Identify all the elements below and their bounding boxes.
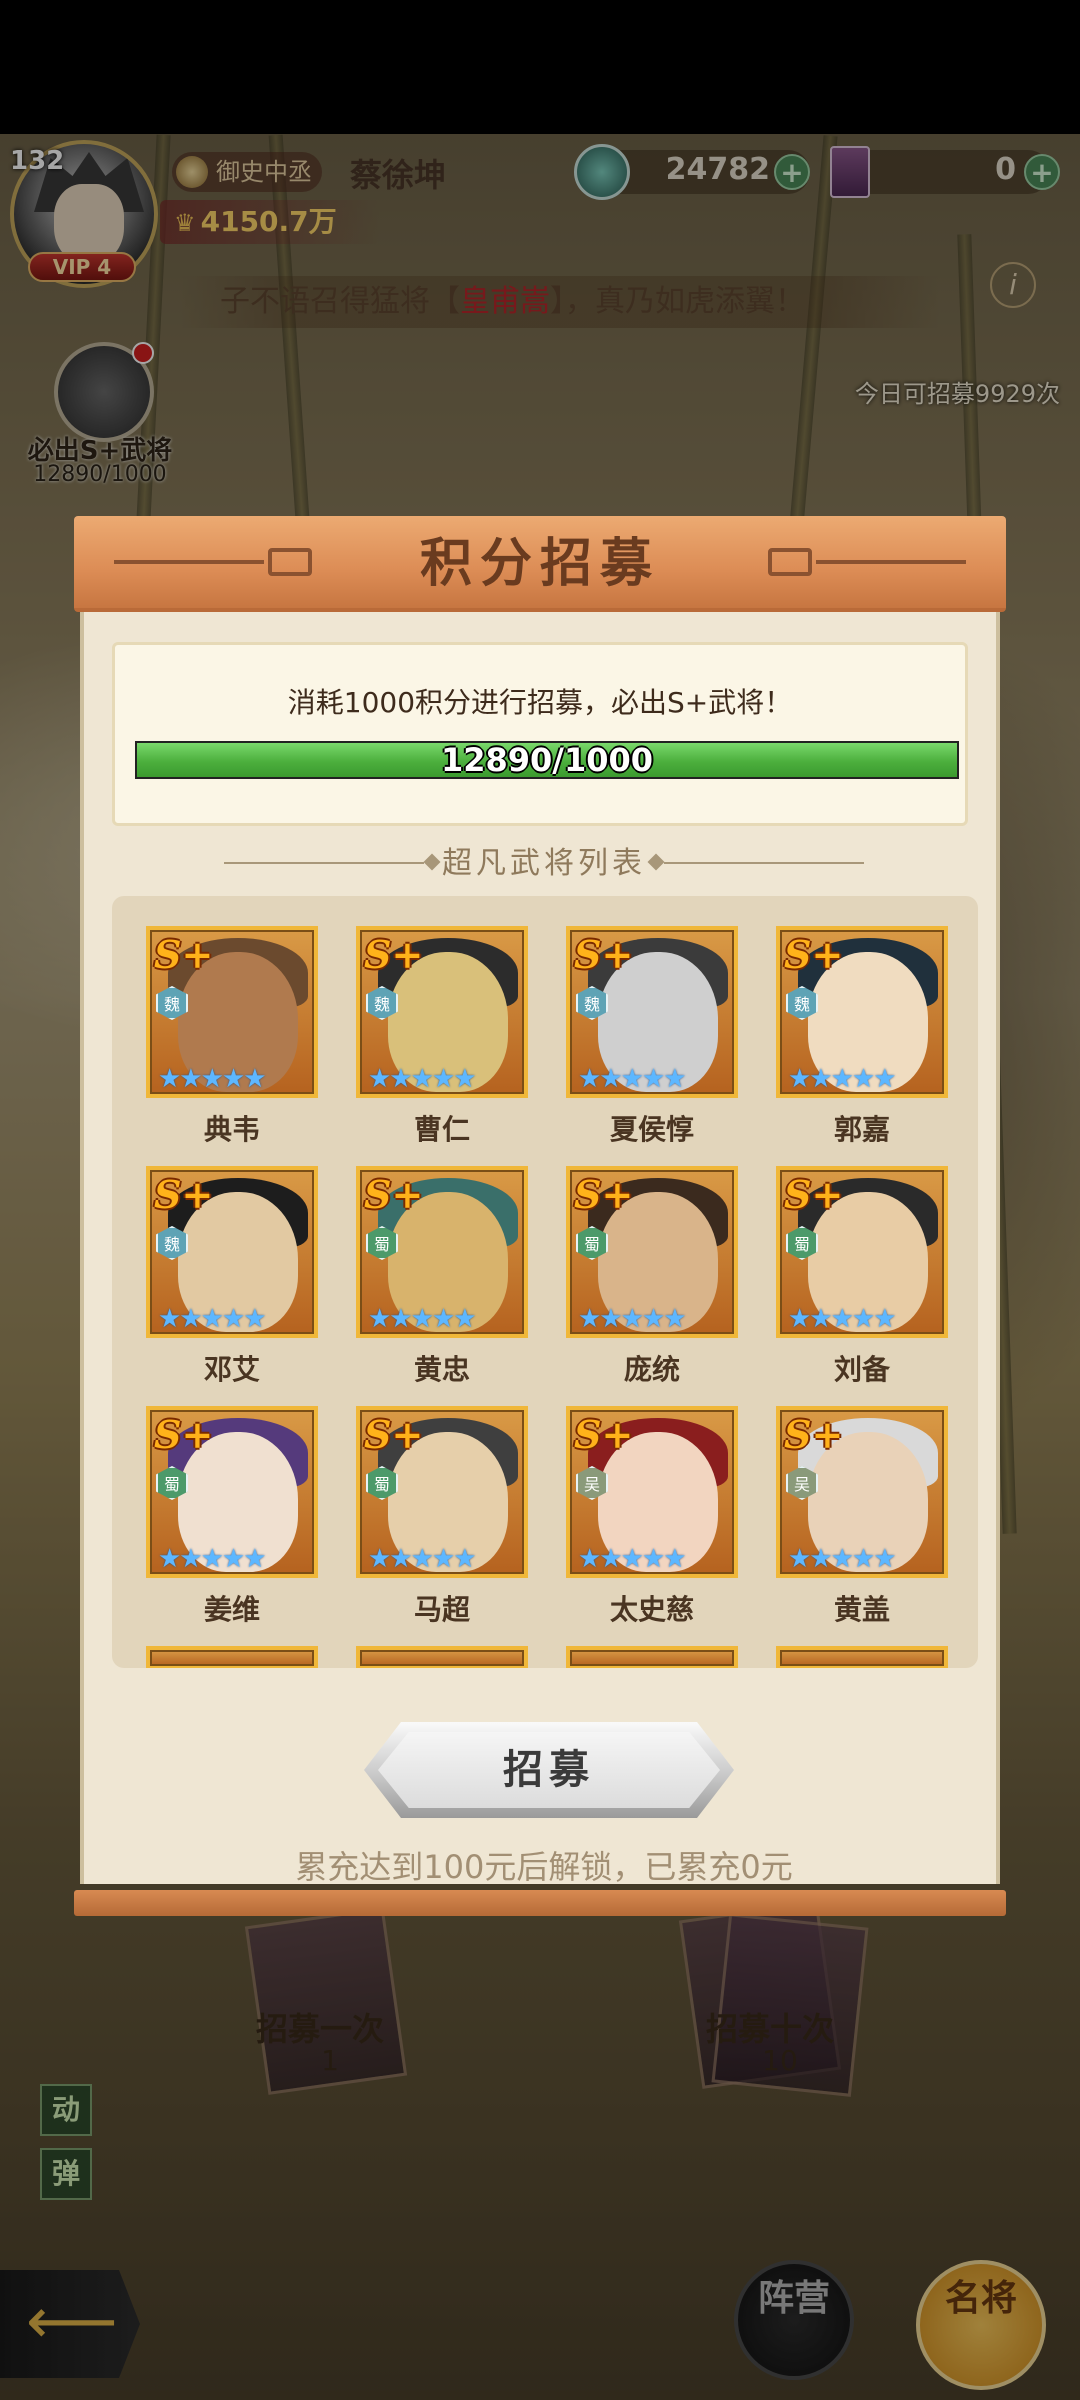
- hero-name: 黄忠: [413, 1353, 470, 1386]
- star-rating: ★★★★★: [578, 1304, 687, 1334]
- recruit-button[interactable]: 招募: [364, 1722, 734, 1818]
- hero-portrait-frame: S+ 魏 ★★★★★: [566, 926, 738, 1098]
- s-plus-badge: S+: [154, 1172, 214, 1217]
- points-progress-bar: 12890/1000: [135, 741, 959, 779]
- points-info-card: 消耗1000积分进行招募，必出S+武将！ 12890/1000: [112, 642, 968, 826]
- star-rating: ★★★★★: [368, 1304, 477, 1334]
- hero-card-partial[interactable]: [352, 1646, 532, 1668]
- hero-portrait-frame: S+ 吴 ★★★★★: [566, 1406, 738, 1578]
- hero-portrait-frame: [146, 1646, 318, 1668]
- hero-name: 郭嘉: [833, 1113, 890, 1146]
- hero-portrait-frame: [566, 1646, 738, 1668]
- hero-list-heading: 超凡武将列表: [84, 834, 1004, 894]
- hero-name: 姜维: [203, 1593, 260, 1626]
- hero-card[interactable]: S+ 魏 ★★★★★ 夏侯惇: [562, 926, 742, 1156]
- hero-card[interactable]: S+ 魏 ★★★★★ 郭嘉: [772, 926, 952, 1156]
- hero-card[interactable]: S+ 吴 ★★★★★ 太史慈: [562, 1406, 742, 1636]
- hero-card[interactable]: S+ 魏 ★★★★★ 典韦: [142, 926, 322, 1156]
- star-rating: ★★★★★: [368, 1064, 477, 1094]
- hero-name: 庞统: [623, 1353, 680, 1386]
- star-rating: ★★★★★: [368, 1544, 477, 1574]
- hero-portrait-frame: S+ 蜀 ★★★★★: [776, 1166, 948, 1338]
- hero-portrait-frame: [776, 1646, 948, 1668]
- dialog-title: 积分招募: [419, 533, 660, 594]
- dialog-footer-bar: [74, 1890, 1006, 1916]
- recruit-button-label: 招募: [503, 1747, 595, 1793]
- star-rating: ★★★★★: [158, 1544, 267, 1574]
- s-plus-badge: S+: [154, 932, 214, 977]
- hero-portrait-frame: S+ 魏 ★★★★★: [146, 926, 318, 1098]
- star-rating: ★★★★★: [788, 1304, 897, 1334]
- hero-card[interactable]: S+ 魏 ★★★★★ 邓艾: [142, 1166, 322, 1396]
- hero-name: 典韦: [203, 1113, 260, 1146]
- hero-portrait-frame: S+ 蜀 ★★★★★: [146, 1406, 318, 1578]
- hero-card[interactable]: S+ 吴 ★★★★★ 黄盖: [772, 1406, 952, 1636]
- s-plus-badge: S+: [364, 1412, 424, 1457]
- points-info-text: 消耗1000积分进行招募，必出S+武将！: [287, 686, 793, 719]
- star-rating: ★★★★★: [158, 1304, 267, 1334]
- hero-card-partial[interactable]: [142, 1646, 322, 1668]
- hero-list-panel[interactable]: S+ 魏 ★★★★★ 典韦 S+ 魏 ★★★★★ 曹仁 S+ 魏 ★★★★★ 夏侯惇 S+ 魏 ★★★★★ 郭…: [112, 896, 978, 1668]
- hero-name: 刘备: [833, 1353, 890, 1386]
- s-plus-badge: S+: [784, 932, 844, 977]
- star-rating: ★★★★★: [788, 1544, 897, 1574]
- hero-portrait-frame: S+ 魏 ★★★★★: [356, 926, 528, 1098]
- hero-name: 太史慈: [609, 1593, 694, 1626]
- hero-card[interactable]: S+ 蜀 ★★★★★ 马超: [352, 1406, 532, 1636]
- s-plus-badge: S+: [574, 932, 634, 977]
- dialog-header: 积分招募: [74, 516, 1006, 612]
- s-plus-badge: S+: [574, 1412, 634, 1457]
- hero-card[interactable]: S+ 蜀 ★★★★★ 黄忠: [352, 1166, 532, 1396]
- hero-card[interactable]: S+ 蜀 ★★★★★ 姜维: [142, 1406, 322, 1636]
- hero-portrait-frame: S+ 吴 ★★★★★: [776, 1406, 948, 1578]
- status-bar-area: [0, 0, 1080, 134]
- star-rating: ★★★★★: [578, 1544, 687, 1574]
- hero-card[interactable]: S+ 魏 ★★★★★ 曹仁: [352, 926, 532, 1156]
- hero-name: 曹仁: [413, 1113, 470, 1146]
- unlock-note: 累充达到100元后解锁，已累充0元: [295, 1848, 793, 1886]
- hero-portrait-frame: S+ 蜀 ★★★★★: [566, 1166, 738, 1338]
- points-progress-text: 12890/1000: [440, 741, 654, 779]
- hero-card-partial[interactable]: [562, 1646, 742, 1668]
- hero-name: 黄盖: [833, 1593, 890, 1626]
- hero-portrait-frame: S+ 魏 ★★★★★: [776, 926, 948, 1098]
- s-plus-badge: S+: [784, 1412, 844, 1457]
- hero-card-partial[interactable]: [772, 1646, 952, 1668]
- s-plus-badge: S+: [784, 1172, 844, 1217]
- s-plus-badge: S+: [154, 1412, 214, 1457]
- hero-name: 邓艾: [203, 1353, 260, 1386]
- s-plus-badge: S+: [364, 932, 424, 977]
- hero-portrait-frame: S+ 蜀 ★★★★★: [356, 1406, 528, 1578]
- star-rating: ★★★★★: [158, 1064, 267, 1094]
- hero-card[interactable]: S+ 蜀 ★★★★★ 刘备: [772, 1166, 952, 1396]
- star-rating: ★★★★★: [578, 1064, 687, 1094]
- hero-portrait-frame: S+ 蜀 ★★★★★: [356, 1166, 528, 1338]
- hero-card[interactable]: S+ 蜀 ★★★★★ 庞统: [562, 1166, 742, 1396]
- hero-list-title: 超凡武将列表: [442, 846, 646, 881]
- hero-portrait-frame: [356, 1646, 528, 1668]
- points-recruit-dialog: 积分招募 消耗1000积分进行招募，必出S+武将！ 12890/1000 超凡武…: [74, 516, 1006, 1918]
- star-rating: ★★★★★: [788, 1064, 897, 1094]
- s-plus-badge: S+: [364, 1172, 424, 1217]
- hero-name: 夏侯惇: [609, 1113, 694, 1146]
- hero-name: 马超: [413, 1593, 470, 1626]
- dialog-body: 消耗1000积分进行招募，必出S+武将！ 12890/1000 超凡武将列表 S…: [80, 612, 1000, 1886]
- s-plus-badge: S+: [574, 1172, 634, 1217]
- hero-portrait-frame: S+ 魏 ★★★★★: [146, 1166, 318, 1338]
